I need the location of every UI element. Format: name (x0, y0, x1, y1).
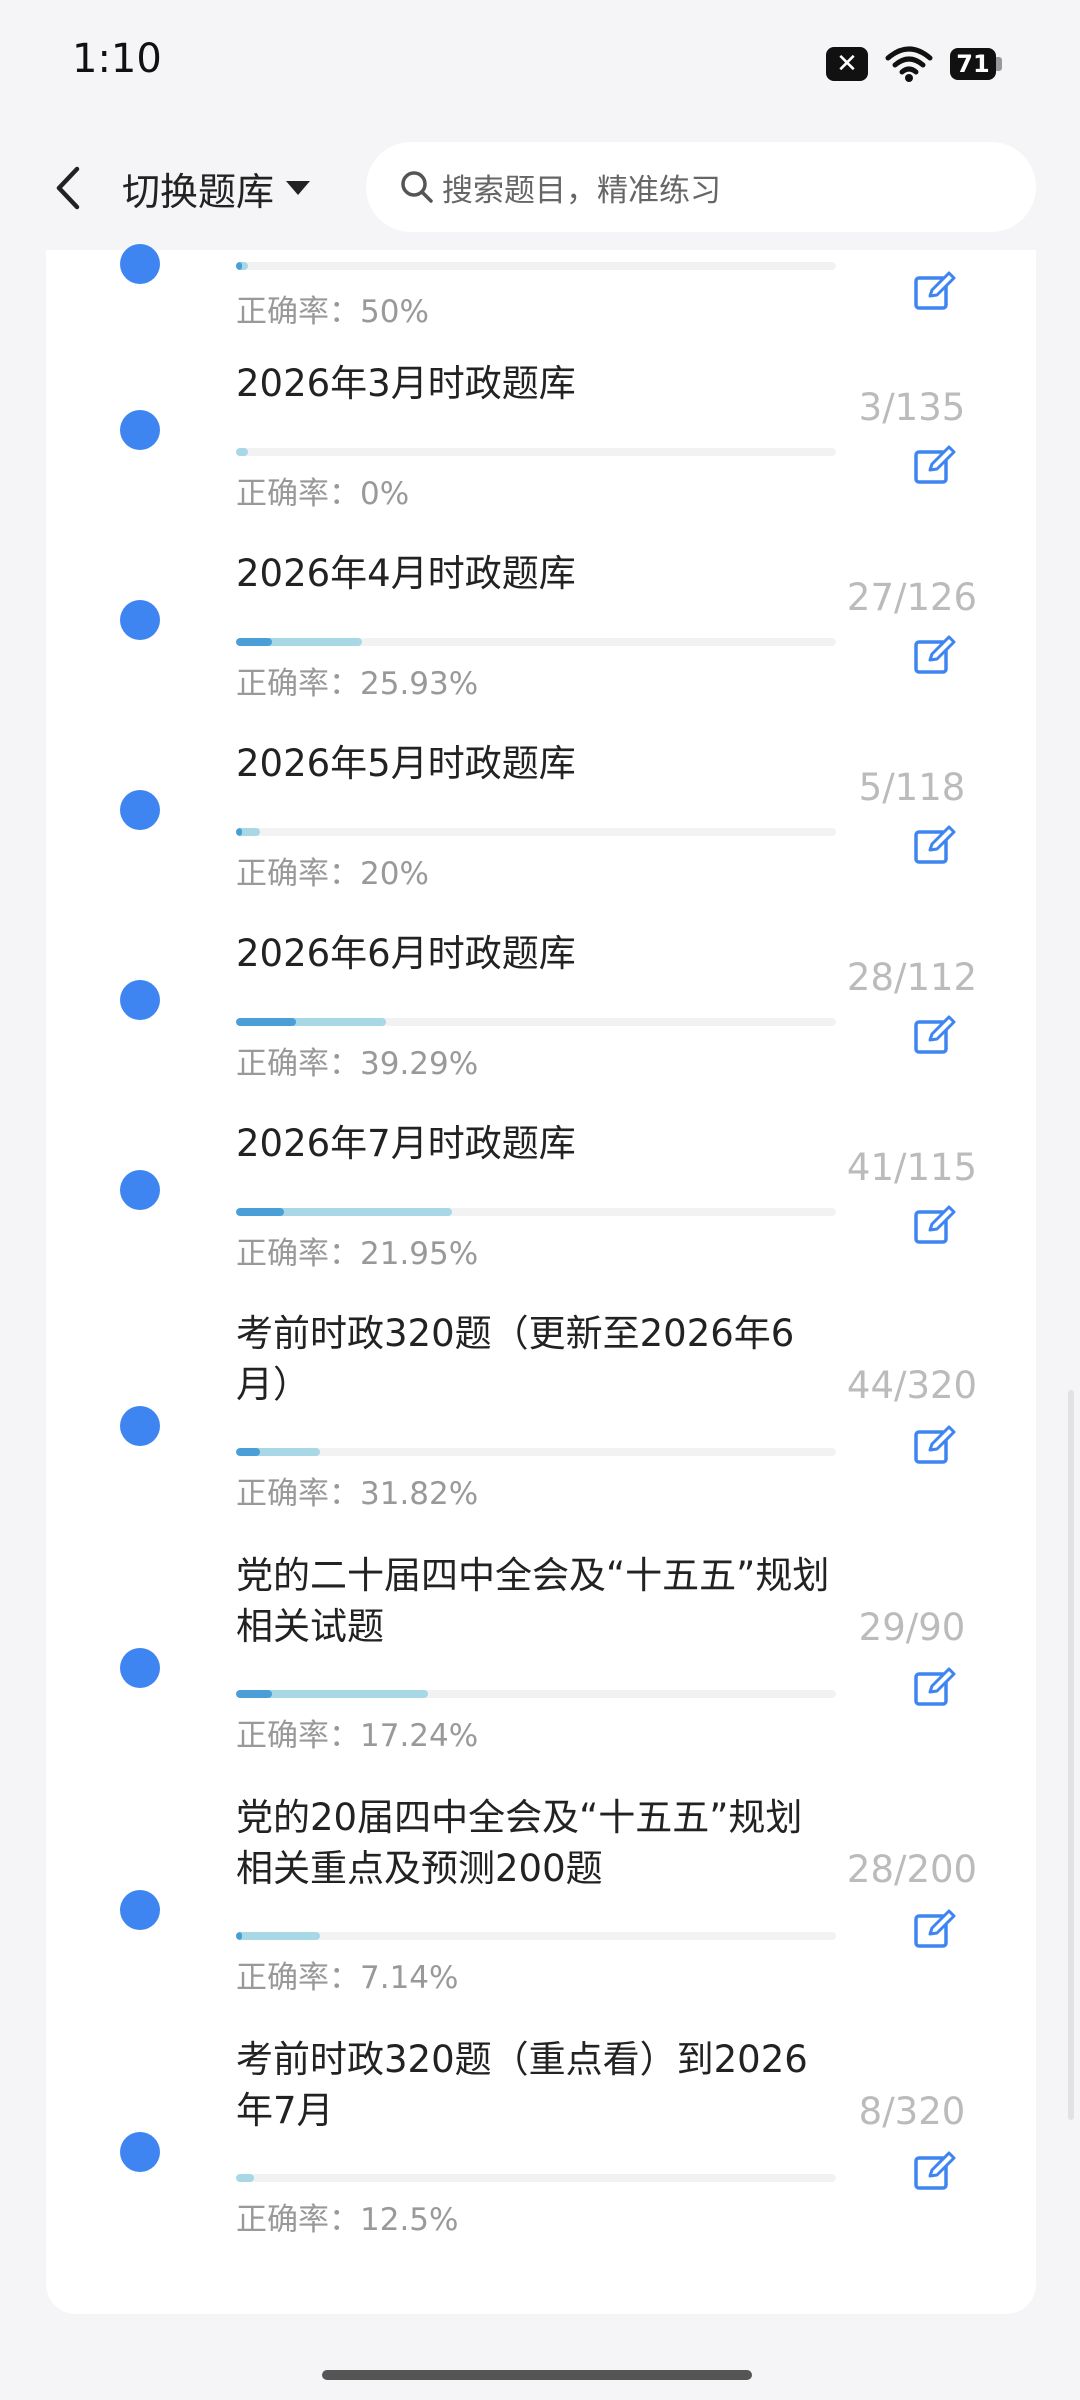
progress-bar (236, 2174, 836, 2182)
item-accuracy: 正确率：25.93% (236, 666, 479, 702)
progress-bar (236, 1018, 836, 1026)
edit-icon[interactable] (912, 2150, 956, 2194)
item-bullet (120, 1406, 160, 1446)
item-title: 2026年4月时政题库 (236, 552, 576, 595)
edit-icon[interactable] (912, 824, 956, 868)
progress-bar (236, 448, 836, 456)
wifi-icon (885, 46, 933, 82)
item-progress-count: 3/135 (858, 386, 966, 429)
status-icons: ✕ 71 (826, 44, 1002, 84)
item-bullet (120, 2132, 160, 2172)
progress-correct (236, 638, 272, 646)
progress-bar (236, 262, 836, 270)
progress-bar (236, 1690, 836, 1698)
caret-down-icon (286, 181, 311, 195)
list-item[interactable]: 2026年3月时政题库 正确率：0% 3/135 (46, 346, 1036, 536)
item-title: 2026年6月时政题库 (236, 932, 576, 975)
progress-correct (236, 1208, 284, 1216)
item-title: 考前时政320题（重点看）到2026年7月 (236, 2038, 808, 2132)
switch-bank-button[interactable]: 切换题库 (122, 156, 312, 220)
search-icon (398, 168, 436, 206)
item-progress-count: 28/200 (846, 1848, 978, 1891)
list-item[interactable]: 正确率：50% (46, 244, 1036, 346)
progress-correct (236, 1932, 242, 1940)
item-bullet (120, 1648, 160, 1688)
nav-bar: 切换题库 搜索题目，精准练习 (0, 126, 1080, 250)
edit-icon[interactable] (912, 634, 956, 678)
progress-correct (236, 1018, 296, 1026)
status-time: 1:10 (72, 36, 162, 82)
list-item[interactable]: 党的二十届四中全会及“十五五”规划相关试题 正确率：17.24% 29/90 (46, 1538, 1036, 1780)
item-progress-count: 44/320 (846, 1364, 978, 1407)
item-accuracy: 正确率：20% (236, 856, 429, 892)
item-accuracy: 正确率：39.29% (236, 1046, 479, 1082)
item-title: 2026年5月时政题库 (236, 742, 576, 785)
item-bullet (120, 410, 160, 450)
item-progress-count: 28/112 (846, 956, 978, 999)
item-accuracy: 正确率：50% (236, 294, 429, 330)
progress-done (236, 1932, 320, 1940)
edit-icon[interactable] (912, 1014, 956, 1058)
question-bank-list: 正确率：50% 2026年3月时政题库 正确率：0% 3/135 2026年4月… (46, 244, 1036, 2314)
item-title: 2026年7月时政题库 (236, 1122, 576, 1165)
search-placeholder: 搜索题目，精准练习 (442, 172, 721, 209)
list-item[interactable]: 考前时政320题（重点看）到2026年7月 正确率：12.5% 8/320 (46, 2022, 1036, 2264)
item-progress-count: 27/126 (846, 576, 978, 619)
battery-icon: 71 (950, 48, 1002, 80)
progress-bar (236, 1208, 836, 1216)
item-accuracy: 正确率：21.95% (236, 1236, 479, 1272)
scrollbar[interactable] (1068, 1390, 1074, 2120)
item-title: 考前时政320题（更新至2026年6月） (236, 1312, 795, 1406)
progress-bar (236, 638, 836, 646)
status-bar: 1:10 ✕ 71 (0, 0, 1080, 126)
item-accuracy: 正确率：31.82% (236, 1476, 479, 1512)
progress-correct (236, 1448, 260, 1456)
item-progress-count: 41/115 (846, 1146, 978, 1189)
sim-status-icon: ✕ (826, 47, 868, 81)
item-progress-count: 29/90 (858, 1606, 966, 1649)
item-accuracy: 正确率：7.14% (236, 1960, 459, 1996)
item-accuracy: 正确率：12.5% (236, 2202, 459, 2238)
item-bullet (120, 1890, 160, 1930)
back-button[interactable] (40, 156, 96, 220)
edit-icon[interactable] (912, 1666, 956, 1710)
item-accuracy: 正确率：0% (236, 476, 410, 512)
switch-bank-label: 切换题库 (122, 169, 275, 214)
progress-bar (236, 1932, 836, 1940)
progress-bar (236, 828, 836, 836)
item-accuracy: 正确率：17.24% (236, 1718, 479, 1754)
battery-tip (996, 57, 1002, 71)
item-bullet (120, 980, 160, 1020)
list-item[interactable]: 2026年7月时政题库 正确率：21.95% 41/115 (46, 1106, 1036, 1296)
list-item[interactable]: 党的20届四中全会及“十五五”规划相关重点及预测200题 正确率：7.14% 2… (46, 1780, 1036, 2022)
item-title: 党的20届四中全会及“十五五”规划相关重点及预测200题 (236, 1796, 803, 1890)
battery-level: 71 (950, 48, 996, 80)
item-bullet (120, 600, 160, 640)
list-item[interactable]: 2026年5月时政题库 正确率：20% 5/118 (46, 726, 1036, 916)
list-item[interactable]: 2026年4月时政题库 正确率：25.93% 27/126 (46, 536, 1036, 726)
edit-icon[interactable] (912, 1908, 956, 1952)
progress-bar (236, 1448, 836, 1456)
progress-correct (236, 262, 242, 270)
item-progress-count: 5/118 (858, 766, 966, 809)
edit-icon[interactable] (912, 1424, 956, 1468)
item-bullet (120, 244, 160, 284)
item-bullet (120, 790, 160, 830)
item-title: 2026年3月时政题库 (236, 362, 576, 405)
list-item[interactable]: 2026年6月时政题库 正确率：39.29% 28/112 (46, 916, 1036, 1106)
progress-correct (236, 1690, 272, 1698)
progress-done (236, 2174, 254, 2182)
edit-icon[interactable] (912, 270, 956, 314)
search-input[interactable]: 搜索题目，精准练习 (366, 142, 1036, 232)
edit-icon[interactable] (912, 1204, 956, 1248)
home-indicator[interactable] (322, 2370, 752, 2380)
progress-done (236, 448, 248, 456)
chevron-left-icon (56, 166, 80, 210)
item-title: 党的二十届四中全会及“十五五”规划相关试题 (236, 1554, 830, 1648)
list-item[interactable]: 考前时政320题（更新至2026年6月） 正确率：31.82% 44/320 (46, 1296, 1036, 1538)
item-bullet (120, 1170, 160, 1210)
edit-icon[interactable] (912, 444, 956, 488)
item-progress-count: 8/320 (858, 2090, 966, 2133)
progress-correct (236, 828, 242, 836)
